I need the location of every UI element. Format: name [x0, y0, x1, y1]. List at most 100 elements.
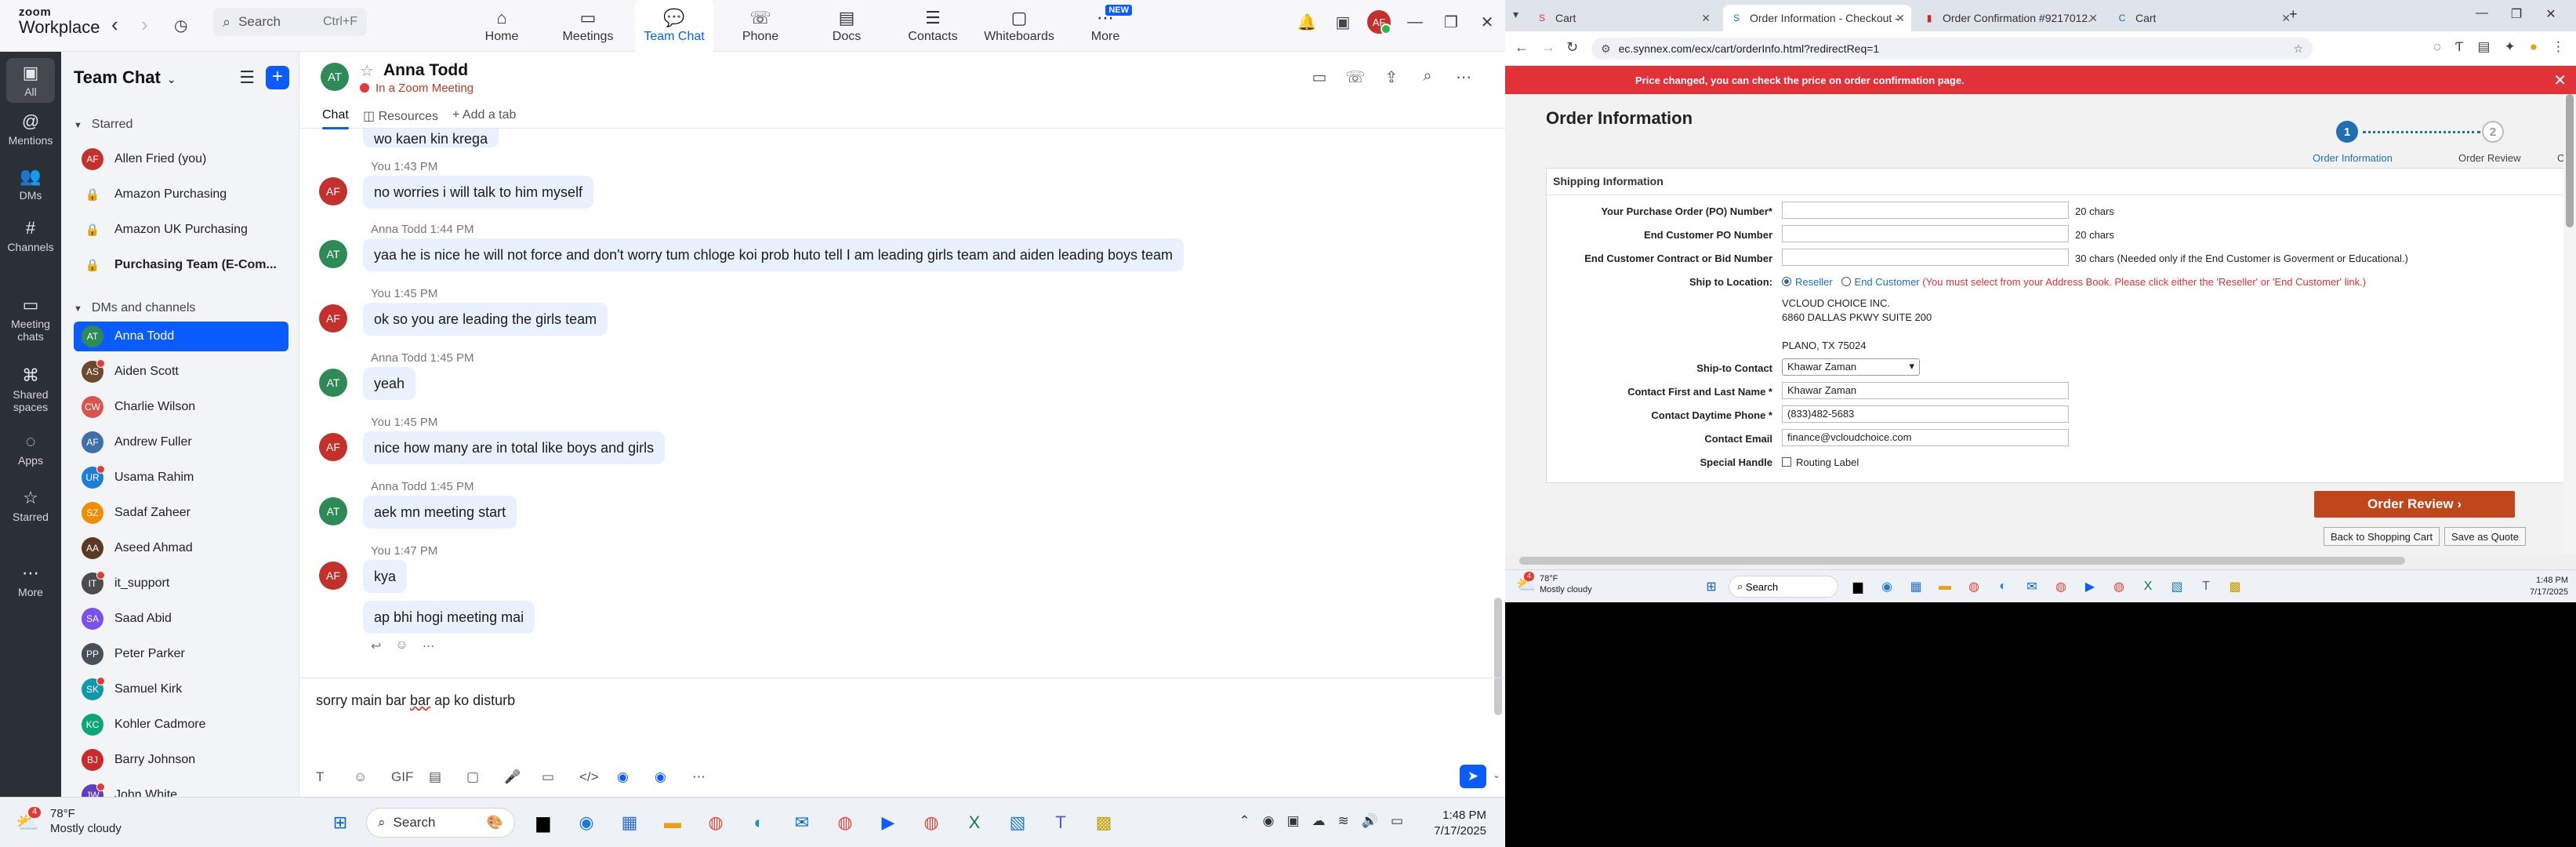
chrome-profile-icon[interactable]: ◍: [2049, 575, 2073, 598]
order-review-button[interactable]: Order Review ›: [2314, 491, 2515, 518]
dm-item[interactable]: PP Peter Parker: [74, 639, 288, 669]
back-to-cart-button[interactable]: Back to Shopping Cart: [2324, 527, 2440, 546]
tab-resources[interactable]: ◫ Resources: [363, 108, 438, 124]
tray-zoom-icon[interactable]: ▣: [1286, 813, 1299, 829]
filter-icon[interactable]: ☰: [239, 67, 255, 88]
close-tab-icon[interactable]: ✕: [1701, 12, 1711, 25]
sidebar-title[interactable]: Team Chat ⌄: [74, 67, 176, 88]
dm-item[interactable]: AF Andrew Fuller: [74, 427, 288, 457]
rail-item-mentions[interactable]: @ Mentions: [0, 111, 61, 147]
starred-item[interactable]: 🔒 Amazon Purchasing: [74, 180, 288, 209]
more-icon[interactable]: ⋯: [423, 638, 435, 654]
nav-tab-whiteboards[interactable]: ▢ Whiteboards: [980, 0, 1058, 52]
nav-tab-docs[interactable]: ▤ Docs: [807, 0, 886, 52]
reload-icon[interactable]: ↻: [1566, 39, 1578, 56]
bell-icon[interactable]: 🔔: [1289, 13, 1325, 32]
whiteboard-icon[interactable]: ▣: [1325, 13, 1361, 32]
dm-item[interactable]: UR Usama Rahim: [74, 463, 288, 493]
code-snippet-icon[interactable]: </>: [579, 769, 617, 785]
excel-icon[interactable]: X: [957, 805, 992, 840]
chevron-up-icon[interactable]: ⌃: [1239, 813, 1250, 829]
end-customer-link[interactable]: End Customer: [1855, 276, 1920, 288]
email-input[interactable]: finance@vcloudchoice.com: [1782, 429, 2069, 446]
taskbar-search[interactable]: ⌕ Search 🎨: [366, 808, 515, 838]
calculator-icon[interactable]: ▦: [612, 805, 647, 840]
message-avatar[interactable]: AT: [319, 497, 347, 525]
file-icon[interactable]: ▤: [429, 769, 466, 785]
video-message-icon[interactable]: ▭: [542, 769, 579, 785]
section-dms[interactable]: ▼ DMs and channels: [74, 301, 195, 315]
wifi-icon[interactable]: ≋: [1338, 813, 1349, 829]
more-icon[interactable]: ⋯: [1446, 67, 1482, 87]
extension-icon-2[interactable]: Ƭ: [2455, 39, 2463, 55]
chrome-profile-icon[interactable]: ◍: [828, 805, 862, 840]
browser-tab[interactable]: S Order Information - Checkout - ✕: [1723, 5, 1911, 31]
forward-icon[interactable]: →: [1541, 39, 1555, 56]
back-icon[interactable]: ←: [1515, 39, 1529, 56]
routing-label-option[interactable]: Routing Label: [1782, 456, 1859, 468]
rail-item-dms[interactable]: 👥 DMs: [0, 166, 61, 202]
edge-icon[interactable]: ◐: [1991, 575, 2015, 598]
send-button[interactable]: ➤: [1460, 765, 1486, 788]
dm-item[interactable]: CW Charlie Wilson: [74, 392, 288, 422]
dm-item[interactable]: SK Samuel Kirk: [74, 674, 288, 704]
dm-item[interactable]: AS Aiden Scott: [74, 357, 288, 387]
starred-item[interactable]: 🔒 Amazon UK Purchasing: [74, 215, 288, 245]
hscroll-thumb[interactable]: [1519, 557, 2405, 565]
nav-tab-more[interactable]: ⋯ More NEW: [1066, 0, 1145, 52]
dm-item[interactable]: IT it_support: [74, 569, 288, 598]
close-icon[interactable]: ✕: [2534, 6, 2568, 22]
app-icon[interactable]: ▩: [2223, 575, 2247, 598]
photos-icon[interactable]: ▧: [1000, 805, 1035, 840]
rail-item-all[interactable]: ▣ All: [0, 58, 61, 104]
nav-tab-contacts[interactable]: ☰ Contacts: [894, 0, 972, 52]
close-tab-icon[interactable]: ✕: [1896, 12, 1905, 25]
windows-start-icon[interactable]: ⊞: [1700, 575, 1723, 598]
onedrive-icon[interactable]: ☁: [1312, 813, 1326, 829]
message-avatar[interactable]: AT: [319, 369, 347, 397]
explorer-icon[interactable]: ▬: [655, 805, 690, 840]
chrome-icon[interactable]: ◍: [698, 805, 733, 840]
contract-input[interactable]: [1782, 249, 2069, 266]
chrome-alt-icon[interactable]: ◍: [914, 805, 949, 840]
page-vscrollbar[interactable]: [2563, 94, 2576, 565]
page-hscrollbar[interactable]: [1505, 554, 2576, 569]
contact-name[interactable]: Anna Todd: [383, 61, 468, 80]
message-bubble[interactable]: aek mn meeting start: [363, 496, 517, 529]
star-icon[interactable]: ☆: [360, 61, 374, 81]
more-icon[interactable]: ⋯: [692, 769, 730, 785]
zoom-icon[interactable]: ▶: [2078, 575, 2102, 598]
restore-icon[interactable]: ❐: [2499, 6, 2534, 22]
rail-item-starred[interactable]: ☆ Starred: [0, 488, 61, 523]
reply-icon[interactable]: ↩: [371, 638, 381, 654]
bookmark-star-icon[interactable]: ☆: [2293, 42, 2303, 56]
user-avatar[interactable]: AF: [1367, 10, 1391, 35]
dm-item[interactable]: SZ Sadaf Zaheer: [74, 498, 288, 528]
close-tab-icon[interactable]: ✕: [2088, 12, 2098, 25]
phone-input[interactable]: (833)482-5683: [1782, 405, 2069, 423]
chrome-alt-icon[interactable]: ◍: [2107, 575, 2131, 598]
nav-tab-phone[interactable]: ☏ Phone: [721, 0, 800, 52]
contact-name-input[interactable]: Khawar Zaman: [1782, 382, 2069, 399]
message-bubble[interactable]: yaa he is nice he will not force and don…: [363, 238, 1185, 271]
dm-item[interactable]: BJ Barry Johnson: [74, 745, 288, 775]
tray-app-icon[interactable]: ◉: [1263, 813, 1275, 829]
dm-item[interactable]: SA Saad Abid: [74, 604, 288, 634]
extension-icon[interactable]: ◌: [2433, 39, 2441, 55]
message-bubble[interactable]: yeah: [363, 367, 416, 400]
dm-item[interactable]: AT Anna Todd: [74, 322, 288, 351]
microphone-icon[interactable]: 🎤: [504, 769, 542, 785]
rail-item-more[interactable]: ⋯ More: [0, 563, 61, 598]
message-bubble[interactable]: ok so you are leading the girls team: [363, 303, 608, 336]
share-screen-icon[interactable]: ⇪: [1373, 67, 1410, 87]
video-icon[interactable]: ▭: [1301, 67, 1337, 87]
gif-icon[interactable]: GIF: [391, 769, 429, 785]
message-avatar[interactable]: AT: [319, 240, 347, 268]
chevron-down-icon[interactable]: ⌄: [1493, 769, 1500, 780]
teams-icon[interactable]: T: [2194, 575, 2218, 598]
files-icon[interactable]: ▆: [1846, 575, 1870, 598]
nav-tab-meetings[interactable]: ▭ Meetings: [549, 0, 627, 52]
global-search[interactable]: ⌕ Search Ctrl+F: [213, 8, 367, 36]
routing-label-checkbox[interactable]: [1782, 457, 1791, 467]
message-avatar[interactable]: AF: [319, 177, 347, 205]
